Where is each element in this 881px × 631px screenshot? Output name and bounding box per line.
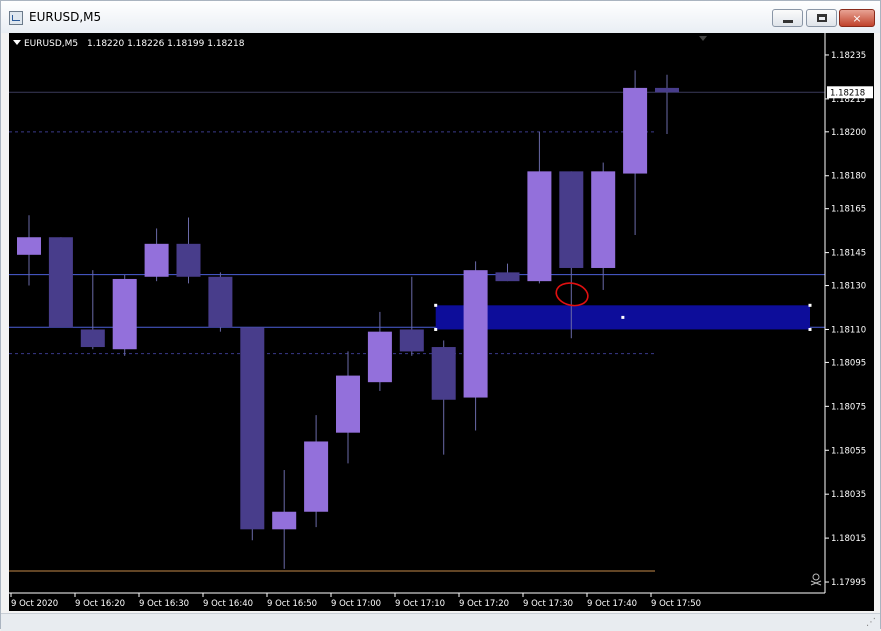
maximize-icon bbox=[816, 14, 827, 22]
candle-body bbox=[240, 327, 265, 530]
price-tick-label: 1.18015 bbox=[831, 534, 866, 544]
price-axis[interactable]: 1.182351.182151.182001.181801.181651.181… bbox=[825, 51, 873, 588]
rectangle-object[interactable] bbox=[434, 303, 812, 331]
time-tick-label: 9 Oct 17:10 bbox=[395, 599, 445, 609]
candle-body bbox=[48, 237, 73, 328]
candle-body bbox=[272, 511, 297, 530]
ohlc-values: 1.18220 1.18226 1.18199 1.18218 bbox=[87, 39, 245, 49]
current-price-label: 1.18218 bbox=[830, 88, 865, 98]
rectangle-handle[interactable] bbox=[808, 303, 812, 307]
candle-body bbox=[559, 171, 584, 268]
chart-area[interactable]: 1.18235 1.18215 1.18200 1.18180 1.18165 1.181… bbox=[9, 33, 874, 611]
maximize-button[interactable] bbox=[806, 9, 837, 27]
time-tick-label: 9 Oct 2020 bbox=[11, 599, 58, 609]
price-tick-label: 1.18095 bbox=[831, 358, 866, 368]
price-tick-label: 1.18110 bbox=[831, 325, 866, 335]
time-tick-label: 9 Oct 17:30 bbox=[523, 599, 573, 609]
resize-grip-icon[interactable]: ⋰ bbox=[866, 617, 876, 628]
window-title: EURUSD,M5 bbox=[29, 10, 102, 24]
time-axis[interactable]: 9 Oct 2020 9 Oct 16:20 9 Oct 16:30 9 Oct 16… bbox=[10, 593, 701, 609]
one-click-icon[interactable] bbox=[810, 573, 822, 586]
price-tick-label: 1.18235 bbox=[831, 51, 866, 61]
time-tick-label: 9 Oct 17:50 bbox=[651, 599, 701, 609]
price-tick-label: 1.18145 bbox=[831, 249, 866, 259]
price-tick-label: 1.17995 bbox=[831, 578, 866, 588]
minimize-icon bbox=[782, 19, 793, 23]
candle-body bbox=[591, 171, 616, 268]
shift-marker-icon[interactable] bbox=[699, 36, 707, 41]
terminal-window: EURUSD,M5 × 1.18235 1.18215 1.18200 1.18180… bbox=[0, 0, 881, 631]
price-tick-label: 1.18055 bbox=[831, 446, 866, 456]
title-bar[interactable]: EURUSD,M5 × bbox=[1, 1, 880, 33]
time-tick-label: 9 Oct 16:50 bbox=[267, 599, 317, 609]
time-tick-label: 9 Oct 16:20 bbox=[75, 599, 125, 609]
rectangle-handle[interactable] bbox=[808, 327, 812, 331]
price-tick-label: 1.18165 bbox=[831, 205, 866, 215]
symbol-dropdown-icon[interactable] bbox=[13, 40, 21, 45]
time-tick-label: 9 Oct 16:30 bbox=[139, 599, 189, 609]
candle-body bbox=[80, 329, 105, 348]
candle-body bbox=[367, 331, 392, 383]
hand-drawn-circle bbox=[555, 282, 589, 307]
status-bar: ⋰ bbox=[1, 613, 880, 631]
price-tick-label: 1.18200 bbox=[831, 128, 866, 138]
rectangle-handle[interactable] bbox=[621, 315, 625, 319]
candle-body bbox=[176, 243, 201, 277]
candle-body bbox=[463, 270, 488, 398]
candle-body bbox=[17, 237, 41, 255]
time-tick-label: 9 Oct 17:00 bbox=[331, 599, 381, 609]
symbol-label: EURUSD,M5 bbox=[24, 39, 78, 49]
close-icon: × bbox=[852, 11, 862, 25]
candle-body bbox=[495, 272, 520, 282]
candle-body bbox=[655, 87, 679, 93]
price-tick-label: 1.18075 bbox=[831, 402, 866, 412]
annotation-layer bbox=[555, 282, 589, 307]
candle-body bbox=[623, 87, 648, 174]
candle-body bbox=[527, 171, 552, 282]
candle-body bbox=[336, 375, 360, 433]
price-tick-label: 1.18180 bbox=[831, 172, 866, 182]
candle-body bbox=[399, 329, 424, 352]
candle-body bbox=[431, 347, 456, 400]
chart-icon bbox=[9, 11, 23, 25]
price-chart[interactable]: 1.182351.182151.182001.181801.181651.181… bbox=[9, 33, 874, 611]
close-button[interactable]: × bbox=[839, 9, 875, 27]
candle-body bbox=[304, 441, 329, 512]
chart-header: EURUSD,M5 1.18220 1.18226 1.18199 1.1821… bbox=[13, 39, 245, 49]
price-tick-label: 1.18035 bbox=[831, 490, 866, 500]
price-tick-label: 1.18130 bbox=[831, 282, 866, 292]
time-tick-label: 9 Oct 16:40 bbox=[203, 599, 253, 609]
rectangle-handle[interactable] bbox=[434, 303, 438, 307]
time-tick-label: 9 Oct 17:20 bbox=[459, 599, 509, 609]
candle-body bbox=[112, 278, 137, 350]
candle-body bbox=[144, 243, 169, 277]
candle-body bbox=[208, 276, 233, 328]
rectangle-handle[interactable] bbox=[434, 327, 438, 331]
minimize-button[interactable] bbox=[772, 9, 803, 27]
time-tick-label: 9 Oct 17:40 bbox=[587, 599, 637, 609]
